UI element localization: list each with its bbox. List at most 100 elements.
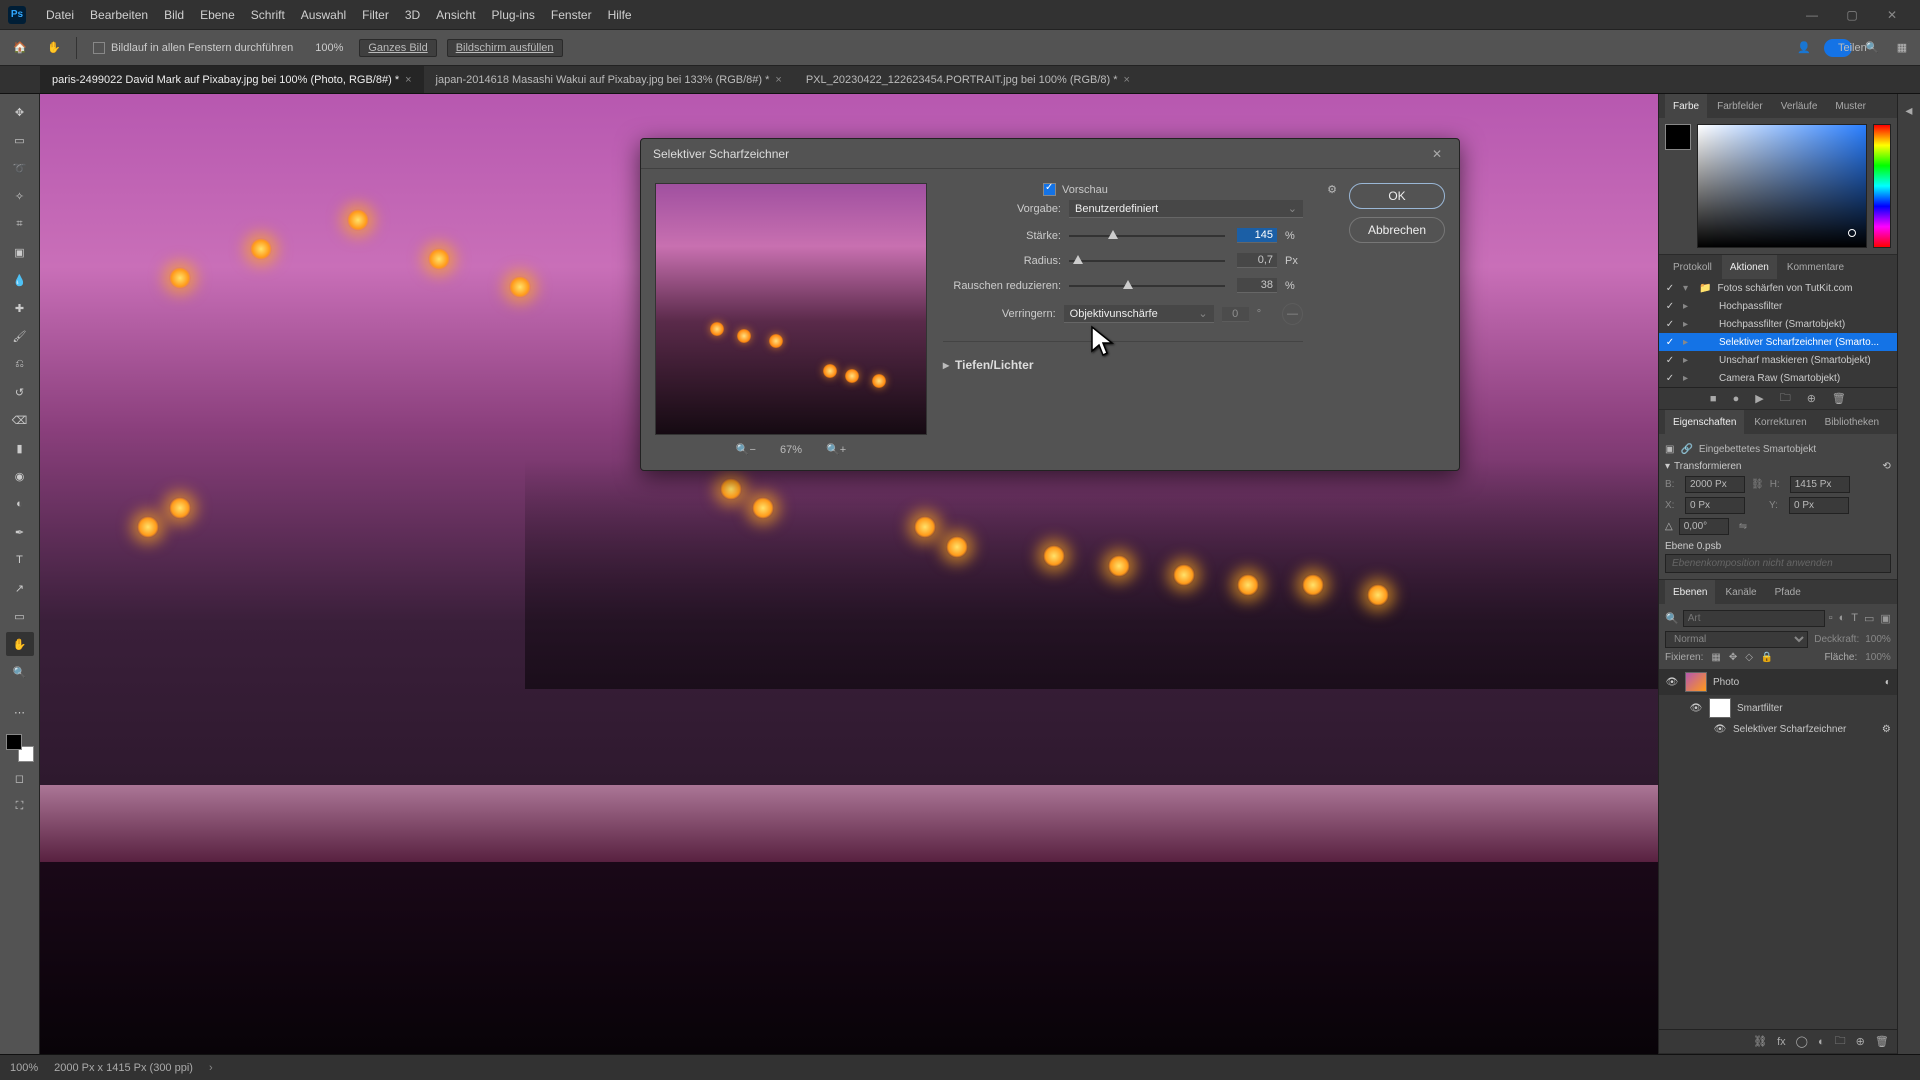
tab-kommentare[interactable]: Kommentare	[1779, 255, 1852, 279]
eyedropper-tool-icon[interactable]: 💧	[6, 268, 34, 292]
workspace-icon[interactable]: ▦	[1892, 41, 1912, 54]
quickmask-icon[interactable]: ◻	[6, 766, 34, 790]
check-icon[interactable]: ✓	[1663, 283, 1677, 294]
action-item[interactable]: ✓▸Camera Raw (Smartobjekt)	[1659, 369, 1897, 387]
current-color-swatch[interactable]	[1665, 124, 1691, 150]
ok-button[interactable]: OK	[1349, 183, 1445, 209]
menu-ebene[interactable]: Ebene	[192, 8, 243, 22]
shadows-highlights-toggle[interactable]: ▸Tiefen/Lichter	[943, 358, 1303, 372]
fx-icon[interactable]: fx	[1777, 1036, 1786, 1048]
check-icon[interactable]: ✓	[1663, 355, 1677, 366]
path-tool-icon[interactable]: ↗	[6, 576, 34, 600]
filter-adjust-icon[interactable]: ◐	[1839, 612, 1846, 625]
pen-tool-icon[interactable]: ✒	[6, 520, 34, 544]
menu-3d[interactable]: 3D	[397, 8, 428, 22]
tab-farbe[interactable]: Farbe	[1665, 94, 1707, 118]
share-button[interactable]: Teilen	[1824, 39, 1852, 57]
tab-eigenschaften[interactable]: Eigenschaften	[1665, 410, 1744, 434]
amount-input[interactable]: 145	[1237, 228, 1277, 243]
doctab-paris[interactable]: paris-2499022 David Mark auf Pixabay.jpg…	[40, 66, 424, 93]
tab-protokoll[interactable]: Protokoll	[1665, 255, 1720, 279]
collapse-icon[interactable]: ◂	[1905, 102, 1912, 119]
scroll-all-checkbox[interactable]: Bildlauf in allen Fenstern durchführen	[87, 40, 299, 56]
link-layers-icon[interactable]: ⛓	[1753, 1035, 1767, 1048]
hand-tool-icon[interactable]: ✋	[42, 36, 66, 60]
bell-icon[interactable]: 👤	[1794, 41, 1814, 54]
zoom-tool-icon[interactable]: 🔍	[6, 660, 34, 684]
filter-shape-icon[interactable]: ▭	[1864, 612, 1874, 625]
lock-all-icon[interactable]: 🔒	[1761, 652, 1773, 663]
stop-icon[interactable]: ■	[1710, 393, 1717, 405]
chevron-right-icon[interactable]: ›	[209, 1062, 213, 1074]
layer-thumb[interactable]	[1685, 672, 1707, 692]
check-icon[interactable]: ✓	[1663, 373, 1677, 384]
close-icon[interactable]: ×	[775, 74, 781, 86]
new-layer-icon[interactable]: ⊕	[1856, 1035, 1865, 1048]
lasso-tool-icon[interactable]: ➰	[6, 156, 34, 180]
hand-tool-icon[interactable]: ✋	[6, 632, 34, 656]
frame-tool-icon[interactable]: ▣	[6, 240, 34, 264]
move-tool-icon[interactable]: ✥	[6, 100, 34, 124]
chevron-right-icon[interactable]: ▸	[1683, 337, 1693, 348]
chevron-right-icon[interactable]: ▸	[1683, 373, 1693, 384]
layer-smartfilter[interactable]: 👁 Smartfilter	[1659, 695, 1897, 721]
reset-icon[interactable]: ⟲	[1882, 461, 1890, 472]
menu-filter[interactable]: Filter	[354, 8, 397, 22]
tab-pfade[interactable]: Pfade	[1767, 580, 1809, 604]
layer-search-input[interactable]	[1683, 610, 1825, 627]
visibility-icon[interactable]: 👁	[1713, 724, 1727, 735]
menu-fenster[interactable]: Fenster	[543, 8, 600, 22]
noise-slider[interactable]	[1069, 285, 1225, 287]
tab-muster[interactable]: Muster	[1827, 94, 1874, 118]
layer-photo[interactable]: 👁 Photo ◐	[1659, 669, 1897, 695]
hue-slider[interactable]	[1873, 124, 1891, 248]
screenmode-icon[interactable]: ⛶	[6, 794, 34, 818]
dodge-tool-icon[interactable]: ◐	[6, 492, 34, 516]
history-brush-icon[interactable]: ↺	[6, 380, 34, 404]
status-zoom[interactable]: 100%	[10, 1062, 38, 1074]
action-item[interactable]: ✓▸Unscharf maskieren (Smartobjekt)	[1659, 351, 1897, 369]
home-icon[interactable]: 🏠	[8, 36, 32, 60]
link-dims-icon[interactable]: ⛓	[1751, 479, 1764, 490]
chevron-right-icon[interactable]: ▸	[1683, 355, 1693, 366]
radius-input[interactable]: 0,7	[1237, 253, 1277, 268]
check-icon[interactable]: ✓	[1663, 301, 1677, 312]
layer-filter-entry[interactable]: 👁 Selektiver Scharfzeichner ⚙	[1659, 721, 1897, 738]
cancel-button[interactable]: Abbrechen	[1349, 217, 1445, 243]
amount-slider[interactable]	[1069, 235, 1225, 237]
window-maximize-icon[interactable]: ▢	[1832, 8, 1872, 22]
search-icon[interactable]: 🔍	[1665, 612, 1679, 625]
menu-schrift[interactable]: Schrift	[243, 8, 293, 22]
action-item[interactable]: ✓▸Hochpassfilter	[1659, 297, 1897, 315]
angle-field[interactable]	[1679, 518, 1729, 535]
tab-aktionen[interactable]: Aktionen	[1722, 255, 1777, 279]
remove-select[interactable]: Objektivunschärfe⌄	[1064, 305, 1214, 323]
shape-tool-icon[interactable]: ▭	[6, 604, 34, 628]
check-icon[interactable]: ✓	[1663, 319, 1677, 330]
wand-tool-icon[interactable]: ✧	[6, 184, 34, 208]
lock-artboard-icon[interactable]: ◇	[1745, 652, 1753, 663]
tab-korrekturen[interactable]: Korrekturen	[1746, 410, 1814, 434]
layer-comp-select[interactable]	[1665, 554, 1891, 573]
filter-type-icon[interactable]: T	[1851, 612, 1858, 625]
menu-bearbeiten[interactable]: Bearbeiten	[82, 8, 156, 22]
window-close-icon[interactable]: ✕	[1872, 8, 1912, 22]
brush-tool-icon[interactable]: 🖌	[6, 324, 34, 348]
trash-icon[interactable]: 🗑	[1875, 1035, 1889, 1048]
close-icon[interactable]: ✕	[1427, 147, 1447, 161]
y-field[interactable]	[1789, 497, 1849, 514]
height-field[interactable]	[1790, 476, 1850, 493]
lock-pixels-icon[interactable]: ▦	[1711, 652, 1720, 663]
visibility-icon[interactable]: 👁	[1665, 677, 1679, 688]
close-icon[interactable]: ×	[405, 74, 411, 86]
dialog-preview[interactable]	[655, 183, 927, 435]
fill-screen-button[interactable]: Bildschirm ausfüllen	[447, 39, 563, 57]
lock-position-icon[interactable]: ✥	[1729, 652, 1737, 663]
opacity-value[interactable]: 100%	[1865, 634, 1891, 645]
zoom-out-icon[interactable]: 🔍−	[736, 443, 756, 456]
chevron-down-icon[interactable]: ▾	[1683, 283, 1693, 294]
menu-hilfe[interactable]: Hilfe	[600, 8, 640, 22]
preview-checkbox[interactable]: Vorschau	[1043, 183, 1108, 196]
radius-slider[interactable]	[1069, 260, 1225, 262]
action-item[interactable]: ✓▸Hochpassfilter (Smartobjekt)	[1659, 315, 1897, 333]
